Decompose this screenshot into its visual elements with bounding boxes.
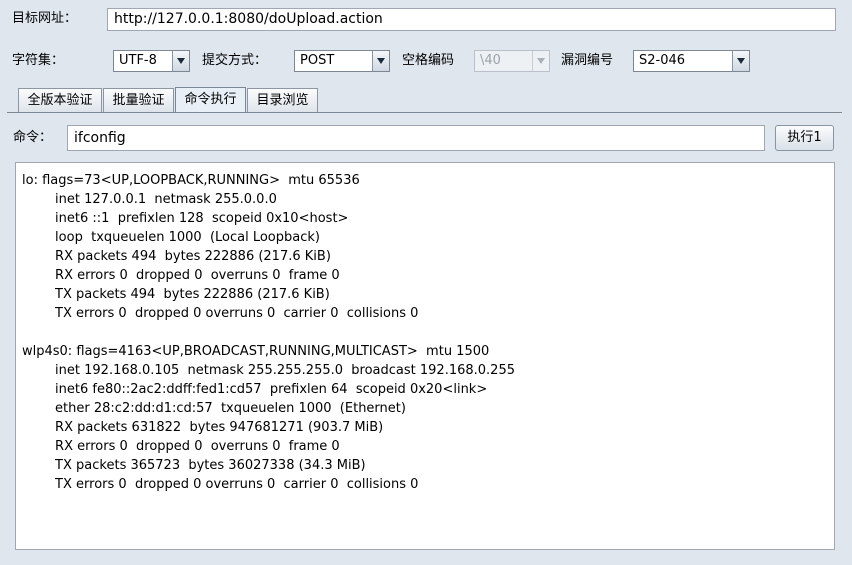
vuln-id-label: 漏洞编号 — [561, 53, 614, 68]
tab-divider — [7, 112, 842, 113]
method-select[interactable]: POST — [294, 50, 390, 72]
execute-button[interactable]: 执行1 — [775, 125, 834, 151]
vuln-id-value: S2-046 — [639, 53, 686, 68]
method-value: POST — [300, 53, 335, 68]
charset-label: 字符集： — [12, 53, 65, 68]
space-encoding-select: \40 — [474, 50, 550, 72]
tab-command-execute[interactable]: 命令执行 — [175, 87, 246, 113]
space-encoding-value: \40 — [480, 53, 501, 68]
chevron-down-icon[interactable] — [172, 51, 189, 71]
url-label: 目标网址： — [12, 11, 78, 26]
url-input[interactable]: http://127.0.0.1:8080/doUpload.action — [107, 8, 836, 31]
command-output[interactable]: lo: flags=73<UP,LOOPBACK,RUNNING> mtu 65… — [15, 162, 835, 550]
command-output-text: lo: flags=73<UP,LOOPBACK,RUNNING> mtu 65… — [22, 173, 515, 492]
tab-batch-verify[interactable]: 批量验证 — [103, 88, 174, 113]
chevron-down-icon[interactable] — [372, 51, 389, 71]
command-label: 命令： — [13, 130, 53, 145]
tab-full-version-verify[interactable]: 全版本验证 — [18, 88, 102, 113]
tab-directory-browse[interactable]: 目录浏览 — [247, 88, 318, 113]
charset-select[interactable]: UTF-8 — [113, 50, 190, 72]
space-encoding-label: 空格编码 — [402, 53, 455, 68]
method-label: 提交方式： — [202, 53, 268, 68]
vuln-id-select[interactable]: S2-046 — [633, 50, 750, 72]
chevron-down-icon — [532, 51, 549, 71]
charset-value: UTF-8 — [119, 53, 157, 68]
command-input[interactable]: ifconfig — [67, 125, 765, 151]
chevron-down-icon[interactable] — [732, 51, 749, 71]
